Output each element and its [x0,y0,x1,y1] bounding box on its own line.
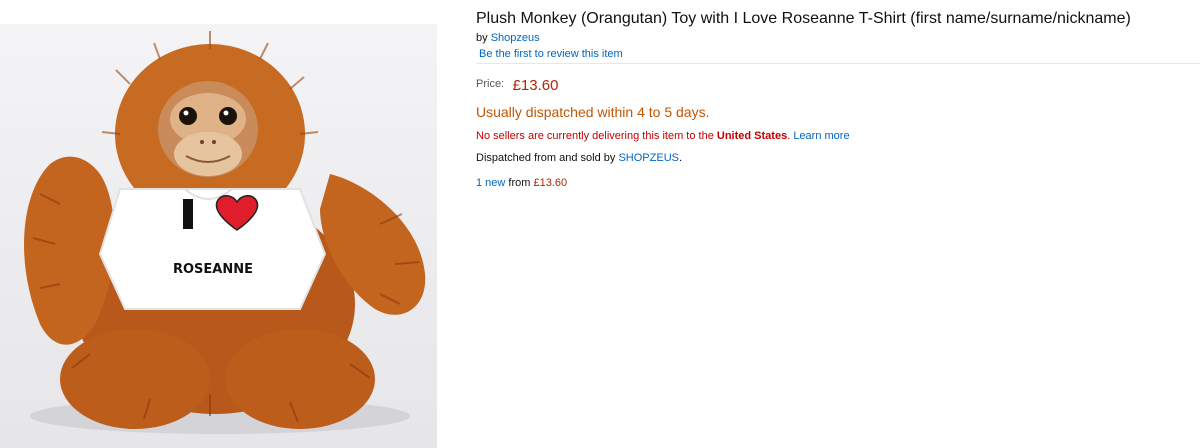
orangutan-plush-illustration: ROSEANNE [23,31,426,434]
warning-country: United States [716,130,788,142]
offers-from: from [505,177,534,189]
offer-price: £13.60 [533,177,568,189]
brand-link[interactable]: Shopzeus [491,32,540,44]
learn-more-link[interactable]: Learn more [793,130,849,142]
divider [476,63,1200,64]
seller-prefix: Dispatched from and sold by [476,152,619,164]
byline-prefix: by [476,32,488,44]
availability-text: Usually dispatched within 4 to 5 days. [476,104,710,120]
product-image[interactable]: ROSEANNE [0,24,437,448]
price-value: £13.60 [512,77,559,94]
delivery-warning: No sellers are currently delivering this… [476,129,850,143]
warning-text: No sellers are currently delivering this… [476,130,717,142]
review-link[interactable]: Be the first to review this item [479,47,623,61]
new-offers-link[interactable]: 1 new [476,177,505,189]
byline: by Shopzeus [476,31,540,45]
price-row: Price: £13.60 [476,77,558,95]
price-label: Price: [476,78,505,90]
seller-suffix: . [678,152,683,164]
seller-info: Dispatched from and sold by SHOPZEUS. [476,151,682,165]
offers-info: 1 new from £13.60 [476,176,567,190]
seller-link[interactable]: SHOPZEUS [618,152,679,164]
product-title: Plush Monkey (Orangutan) Toy with I Love… [476,10,1131,27]
product-details: Plush Monkey (Orangutan) Toy with I Love… [476,0,1200,448]
shirt-name-text: ROSEANNE [173,262,253,277]
